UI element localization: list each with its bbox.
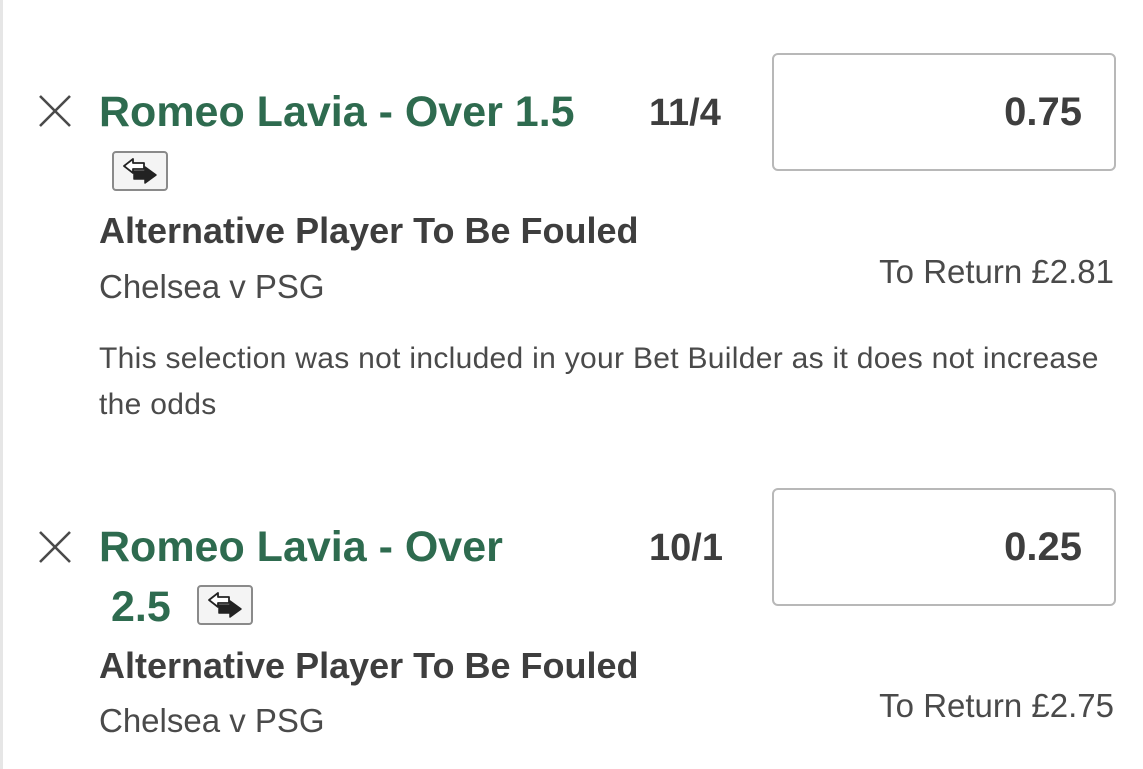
to-return-value: To Return £2.81 <box>879 253 1114 290</box>
close-icon <box>39 95 71 127</box>
remove-selection-button[interactable] <box>37 93 73 129</box>
selection-odds: 11/4 <box>649 92 721 134</box>
swap-selection-button[interactable] <box>112 151 168 191</box>
swap-arrows-icon <box>123 158 157 184</box>
swap-arrows-icon <box>208 592 242 618</box>
event-name: Chelsea v PSG <box>99 268 325 305</box>
selection-title-continued: 2.5 <box>111 583 171 631</box>
event-name: Chelsea v PSG <box>99 702 325 739</box>
swap-selection-button[interactable] <box>197 585 253 625</box>
stake-input[interactable] <box>772 53 1116 171</box>
market-name: Alternative Player To Be Fouled <box>99 210 639 251</box>
bet-builder-note: This selection was not included in your … <box>99 342 1099 421</box>
to-return-value: To Return £2.75 <box>879 687 1114 724</box>
stake-input[interactable] <box>772 488 1116 606</box>
selection-title: Romeo Lavia - Over 1.5 <box>99 88 575 136</box>
bet-slip-selection: Romeo Lavia - Over 2.5 10/1 Alternative … <box>3 440 1143 769</box>
selection-title: Romeo Lavia - Over <box>99 523 503 571</box>
close-icon <box>39 531 71 563</box>
market-name: Alternative Player To Be Fouled <box>99 645 639 686</box>
bet-slip: Romeo Lavia - Over 1.5 11/4 Alternative … <box>0 0 1143 769</box>
remove-selection-button[interactable] <box>37 529 73 565</box>
selection-odds: 10/1 <box>649 527 723 569</box>
bet-slip-selection: Romeo Lavia - Over 1.5 11/4 Alternative … <box>3 0 1143 440</box>
